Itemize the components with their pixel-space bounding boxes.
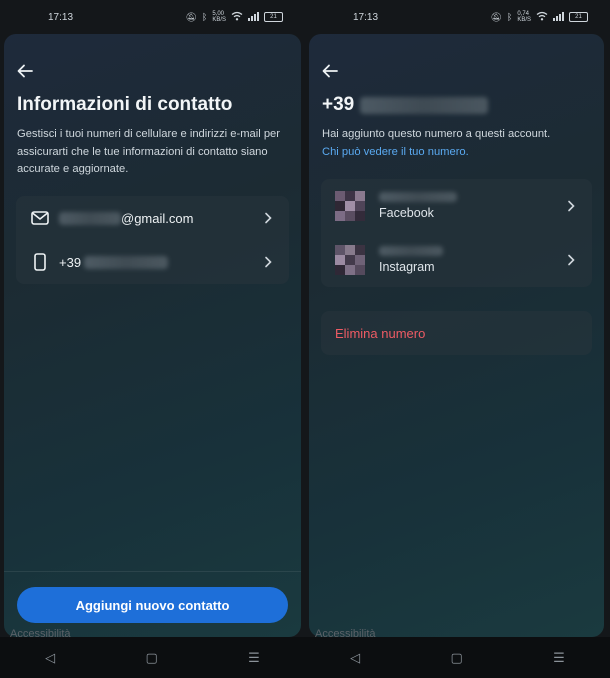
chevron-right-icon bbox=[568, 254, 575, 266]
right-screen: 17:13 🔕︎ ᛒ 0,74 KB/S 21 +39 Hai aggiunto… bbox=[305, 0, 610, 678]
battery-icon: 21 bbox=[264, 12, 283, 22]
arrow-left-icon bbox=[322, 64, 338, 78]
nav-home-icon[interactable]: ▢ bbox=[451, 650, 463, 666]
redacted-phone-number bbox=[360, 96, 489, 114]
battery-icon: 21 bbox=[569, 12, 588, 22]
nav-back-icon[interactable]: ◁ bbox=[350, 650, 360, 666]
add-contact-button[interactable]: Aggiungi nuovo contatto bbox=[17, 587, 288, 623]
account-platform: Instagram bbox=[379, 260, 435, 274]
account-platform: Facebook bbox=[379, 206, 434, 220]
page-title: Informazioni di contatto bbox=[17, 94, 233, 115]
account-row-facebook[interactable]: Facebook bbox=[321, 179, 592, 233]
nav-home-icon[interactable]: ▢ bbox=[146, 650, 158, 666]
page-title: +39 bbox=[322, 94, 489, 116]
nav-menu-icon[interactable]: ☰ bbox=[553, 650, 565, 666]
phone-prefix: +39 bbox=[59, 254, 82, 270]
status-bar: 17:13 🔕︎ ᛒ 0,74 KB/S 21 bbox=[305, 0, 610, 34]
who-can-see-link[interactable]: Chi può vedere il tuo numero. bbox=[322, 146, 469, 158]
redacted-account-name bbox=[379, 246, 443, 256]
email-contact-row[interactable]: @gmail.com bbox=[16, 196, 289, 240]
account-row-instagram[interactable]: Instagram bbox=[321, 233, 592, 287]
chevron-right-icon bbox=[568, 200, 575, 212]
signal-icon bbox=[248, 11, 259, 23]
page-description: Gestisci i tuoi numeri di cellulare e in… bbox=[17, 128, 280, 175]
page-description: Hai aggiunto questo numero a questi acco… bbox=[322, 128, 551, 140]
system-nav-bar: ◁ ▢ ☰ bbox=[0, 637, 305, 678]
chevron-right-icon bbox=[265, 256, 272, 268]
phone-detail-sheet: +39 Hai aggiunto questo numero a questi … bbox=[309, 34, 604, 637]
status-time: 17:13 bbox=[48, 11, 74, 23]
accounts-card: Facebook Instagram bbox=[321, 179, 592, 287]
back-button[interactable] bbox=[319, 60, 341, 82]
bluetooth-icon: ᛒ bbox=[506, 12, 513, 22]
status-time: 17:13 bbox=[353, 11, 379, 23]
email-domain: @gmail.com bbox=[121, 210, 194, 226]
back-button[interactable] bbox=[14, 60, 36, 82]
mute-icon: 🔕︎ bbox=[185, 11, 197, 22]
redacted-phone-number bbox=[84, 255, 169, 269]
redacted-account-name bbox=[379, 192, 457, 202]
system-nav-bar: ◁ ▢ ☰ bbox=[305, 637, 610, 678]
left-screen: 17:13 🔕︎ ᛒ 5,00 KB/S 21 Informazioni di … bbox=[0, 0, 305, 678]
mute-icon: 🔕︎ bbox=[490, 11, 502, 22]
avatar bbox=[335, 245, 365, 275]
wifi-icon bbox=[231, 11, 243, 23]
chevron-right-icon bbox=[265, 212, 272, 224]
delete-number-card[interactable]: Elimina numero bbox=[321, 311, 592, 355]
redacted-email-user bbox=[59, 211, 121, 225]
contacts-card: @gmail.com +39 bbox=[16, 196, 289, 284]
nav-menu-icon[interactable]: ☰ bbox=[248, 650, 260, 666]
phone-prefix: +39 bbox=[322, 94, 355, 115]
nav-back-icon[interactable]: ◁ bbox=[45, 650, 55, 666]
footer-divider bbox=[4, 571, 301, 572]
delete-number-button[interactable]: Elimina numero bbox=[335, 326, 425, 341]
phone-contact-row[interactable]: +39 bbox=[16, 240, 289, 284]
mail-icon bbox=[29, 207, 51, 229]
bluetooth-icon: ᛒ bbox=[201, 12, 208, 22]
contact-info-sheet: Informazioni di contatto Gestisci i tuoi… bbox=[4, 34, 301, 637]
net-speed: 0,74 KB/S bbox=[517, 11, 531, 23]
phone-icon bbox=[29, 251, 51, 273]
avatar bbox=[335, 191, 365, 221]
arrow-left-icon bbox=[17, 64, 33, 78]
wifi-icon bbox=[536, 11, 548, 23]
status-bar: 17:13 🔕︎ ᛒ 5,00 KB/S 21 bbox=[0, 0, 305, 34]
net-speed: 5,00 KB/S bbox=[212, 11, 226, 23]
signal-icon bbox=[553, 11, 564, 23]
